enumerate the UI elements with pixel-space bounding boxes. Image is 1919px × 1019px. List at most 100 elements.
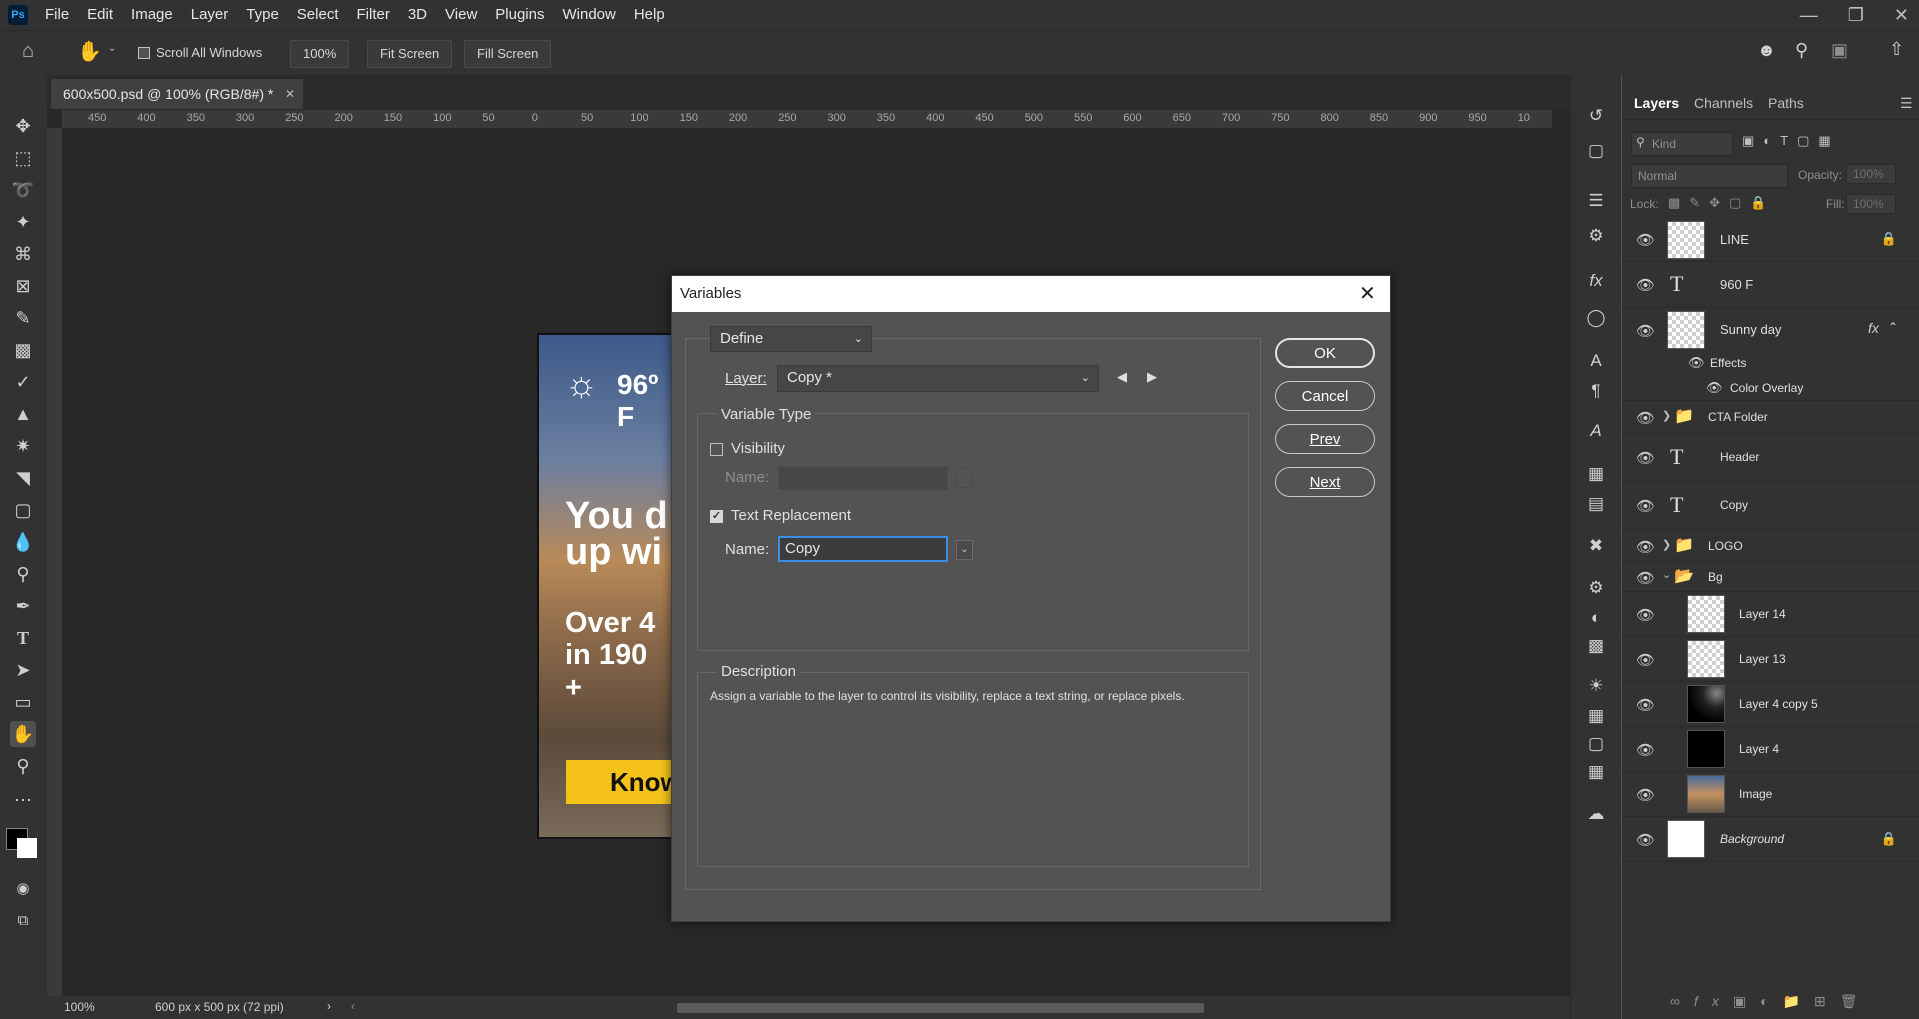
- expand-chevron-icon[interactable]: ❯: [1662, 409, 1671, 422]
- text-name-dropdown[interactable]: ⌄: [956, 540, 973, 560]
- collapse-effects-icon[interactable]: ⌃: [1888, 320, 1898, 334]
- crop-tool-icon[interactable]: ⌘: [10, 241, 36, 267]
- gradients-icon[interactable]: ▢: [1585, 733, 1607, 755]
- hand-tool-active-icon[interactable]: ✋: [10, 721, 36, 747]
- dodge-tool-icon[interactable]: ⚲: [10, 561, 36, 587]
- share-icon[interactable]: ⇧: [1889, 39, 1904, 60]
- visibility-eye-icon[interactable]: 👁: [1636, 569, 1655, 587]
- fill-field[interactable]: 100%: [1846, 194, 1896, 214]
- add-mask-icon[interactable]: ▣: [1733, 993, 1760, 1009]
- visibility-eye-icon[interactable]: 👁: [1636, 497, 1655, 515]
- glyphs-icon[interactable]: A: [1585, 420, 1607, 442]
- layer-row-layer-13[interactable]: 👁 Layer 13: [1622, 637, 1919, 682]
- menu-3d[interactable]: 3D: [399, 0, 436, 30]
- delete-layer-icon[interactable]: 🗑: [1840, 993, 1872, 1009]
- timeline-icon[interactable]: ▦: [1585, 761, 1607, 783]
- layer-row-layer-4[interactable]: 👁 Layer 4: [1622, 727, 1919, 772]
- blur-tool-icon[interactable]: 💧: [10, 529, 36, 555]
- menu-type[interactable]: Type: [237, 0, 288, 30]
- visibility-eye-icon[interactable]: 👁: [1636, 606, 1655, 624]
- workspace-icon[interactable]: ▣: [1831, 40, 1848, 61]
- tab-layers[interactable]: Layers: [1634, 87, 1679, 119]
- styles-icon[interactable]: fx: [1585, 270, 1607, 292]
- plugin-icon[interactable]: ▢: [1585, 140, 1607, 162]
- character-icon[interactable]: A: [1585, 350, 1607, 372]
- next-button[interactable]: Next: [1275, 467, 1375, 497]
- scroll-all-windows-checkbox[interactable]: [138, 47, 150, 59]
- menu-file[interactable]: File: [36, 0, 78, 30]
- account-icon[interactable]: ☻: [1757, 40, 1776, 61]
- eraser-tool-icon[interactable]: ◥: [10, 465, 36, 491]
- ok-button[interactable]: OK: [1275, 338, 1375, 368]
- fit-screen-button[interactable]: Fit Screen: [367, 40, 453, 68]
- search-icon[interactable]: ⚲: [1795, 40, 1808, 61]
- new-layer-icon[interactable]: ⊞: [1814, 993, 1840, 1009]
- quick-mask-icon[interactable]: ◉: [10, 875, 36, 901]
- visibility-eye-icon[interactable]: 👁: [1636, 276, 1655, 294]
- close-window-icon[interactable]: ✕: [1894, 5, 1909, 26]
- minimize-icon[interactable]: —: [1800, 5, 1818, 26]
- lasso-tool-icon[interactable]: ➰: [10, 177, 36, 203]
- eyedropper-tool-icon[interactable]: ✎: [10, 305, 36, 331]
- healing-brush-tool-icon[interactable]: ▩: [10, 337, 36, 363]
- more-tools-icon[interactable]: ⋯: [10, 787, 36, 813]
- layer-row-cta-folder[interactable]: 👁 ❯ 📁 CTA Folder: [1622, 401, 1919, 434]
- magic-wand-tool-icon[interactable]: ✦: [10, 209, 36, 235]
- move-tool-icon[interactable]: ✥: [10, 113, 36, 139]
- frame-tool-icon[interactable]: ⊠: [10, 273, 36, 299]
- cancel-button[interactable]: Cancel: [1275, 381, 1375, 411]
- layer-row-logo[interactable]: 👁 ❯ 📁 LOGO: [1622, 530, 1919, 562]
- menu-window[interactable]: Window: [553, 0, 624, 30]
- layer-row-background[interactable]: 👁 Background 🔒: [1622, 817, 1919, 862]
- brushes-icon[interactable]: ☰: [1585, 190, 1607, 212]
- visibility-eye-icon[interactable]: 👁: [1636, 651, 1655, 669]
- link-layers-icon[interactable]: ∞: [1670, 993, 1694, 1009]
- close-tab-icon[interactable]: ✕: [285, 79, 295, 109]
- status-expand-icon[interactable]: ›: [327, 999, 331, 1013]
- panel-menu-icon[interactable]: ☰: [1900, 87, 1913, 119]
- type-tool-icon[interactable]: T: [10, 625, 36, 651]
- marquee-tool-icon[interactable]: ⬚: [10, 145, 36, 171]
- shapes-icon[interactable]: ◯: [1585, 307, 1607, 329]
- layer-row-layer-14[interactable]: 👁 Layer 14: [1622, 592, 1919, 637]
- libraries-icon[interactable]: ▦: [1585, 463, 1607, 485]
- previous-layer-icon[interactable]: ◀: [1117, 369, 1127, 385]
- gradient-tool-icon[interactable]: ▢: [10, 497, 36, 523]
- history-brush-tool-icon[interactable]: ✷: [10, 433, 36, 459]
- layer-row-header[interactable]: 👁 T Header: [1622, 434, 1919, 482]
- tab-channels[interactable]: Channels: [1694, 87, 1753, 119]
- status-zoom[interactable]: 100%: [64, 1000, 95, 1014]
- adjustments-icon[interactable]: ⚙: [1585, 577, 1607, 599]
- stamp-tool-icon[interactable]: ▲: [10, 401, 36, 427]
- dialog-close-icon[interactable]: ✕: [1359, 281, 1376, 306]
- layer-row-copy[interactable]: 👁 T Copy: [1622, 482, 1919, 530]
- fill-screen-button[interactable]: Fill Screen: [464, 40, 552, 68]
- home-icon[interactable]: ⌂: [22, 40, 34, 63]
- visibility-eye-icon[interactable]: 👁: [1688, 355, 1705, 371]
- layer-row-bg[interactable]: 👁 ⌄ 📂 Bg: [1622, 562, 1919, 592]
- notes-icon[interactable]: ▤: [1585, 493, 1607, 515]
- visibility-eye-icon[interactable]: 👁: [1706, 380, 1723, 396]
- next-layer-icon[interactable]: ▶: [1147, 369, 1157, 385]
- layer-row-line[interactable]: 👁 LINE 🔒: [1622, 218, 1919, 262]
- rectangle-tool-icon[interactable]: ▭: [10, 689, 36, 715]
- menu-image[interactable]: Image: [122, 0, 182, 30]
- visibility-eye-icon[interactable]: 👁: [1636, 696, 1655, 714]
- layer-row-960f[interactable]: 👁 T 960 F: [1622, 262, 1919, 308]
- blend-mode-select[interactable]: Normal: [1631, 164, 1788, 188]
- patterns-icon[interactable]: ▦: [1585, 705, 1607, 727]
- cloud-icon[interactable]: ☁: [1585, 803, 1607, 825]
- screen-mode-icon[interactable]: ⧉: [10, 907, 36, 933]
- tab-paths[interactable]: Paths: [1768, 87, 1804, 119]
- layer-select[interactable]: Copy * ⌄: [777, 365, 1099, 392]
- layer-row-image[interactable]: 👁 Image: [1622, 772, 1919, 817]
- lock-icons[interactable]: ▩✎✥▢🔒: [1668, 195, 1776, 211]
- history-icon[interactable]: ↺: [1585, 105, 1607, 127]
- canvas-artwork[interactable]: ☼ 96º F You d up wi Over 4 in 190 + Know: [537, 333, 673, 839]
- hand-tool-icon[interactable]: ✋: [77, 39, 102, 64]
- layer-fx-badge[interactable]: fx: [1868, 320, 1879, 336]
- document-tab[interactable]: 600x500.psd @ 100% (RGB/8#) * ✕: [51, 79, 303, 109]
- layer-row-color-overlay[interactable]: 👁 Color Overlay: [1622, 376, 1919, 401]
- swatches-icon[interactable]: ▩: [1585, 635, 1607, 657]
- layer-row-sunny-day[interactable]: 👁 Sunny day fx ⌃: [1622, 308, 1919, 352]
